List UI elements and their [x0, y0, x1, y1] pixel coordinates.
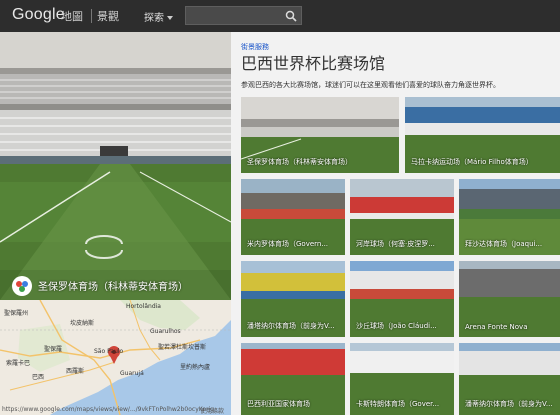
map-label-hortolandia: Hortolândia [126, 303, 161, 310]
stadium-card-label: 潘蒂纳尔体育场（前身为V... [465, 400, 553, 408]
stadium-card[interactable]: 马拉卡纳运动场（Mário Filho体育场） [405, 97, 560, 173]
street-view-pegman-icon [12, 276, 32, 296]
map-label-guarulhos: Guarulhos [150, 328, 181, 335]
search-icon[interactable] [285, 10, 297, 22]
map-terms-link[interactable]: 使用條款 [200, 406, 224, 415]
stadium-card-label: 圣保罗体育场（科林蒂安体育场） [247, 158, 352, 166]
stadium-card[interactable]: 河岸球场（何塞·皮涅罗... [350, 179, 454, 255]
stadium-card-label: 拜沙达体育场（Joaqui... [465, 240, 543, 248]
explore-menu-label: 探索 [144, 13, 164, 24]
map-label-sorocaba: 索羅卡巴 [6, 360, 31, 367]
panorama-image [0, 32, 231, 300]
stadium-card-label: Arena Fonte Nova [465, 323, 528, 331]
map-label-sao-jose-dos-campos: 聖若澤杜斯坎普斯 [158, 344, 207, 351]
map-label-sao-paulo-city: 聖保羅 [44, 346, 63, 353]
map-label-guaruja: Guarujá [120, 370, 144, 377]
stadium-card[interactable]: 潘塔纳尔体育场（前身为V... [241, 261, 345, 337]
panorama-caption-bar: 圣保罗体育场（科林蒂安体育场） [0, 270, 231, 300]
logo-maps-label: 地圖 [61, 10, 83, 23]
stadium-card[interactable]: 拜沙达体育场（Joaqui... [459, 179, 560, 255]
stadium-card[interactable]: Arena Fonte Nova [459, 261, 560, 337]
google-logo[interactable]: Google [12, 6, 65, 24]
stadium-card[interactable]: 米内罗体育场（Govern... [241, 179, 345, 255]
stadium-card-label: 米内罗体育场（Govern... [247, 240, 329, 248]
map-label-brazil: 巴西 [32, 374, 45, 381]
chevron-down-icon [167, 16, 173, 20]
stadium-card-label: 潘塔纳尔体育场（前身为V... [247, 322, 335, 330]
map-label-siros: 西羅斯 [66, 368, 85, 375]
stadium-card-label: 马拉卡纳运动场（Mário Filho体育场） [411, 158, 533, 166]
map-url[interactable]: https://www.google.com/maps/views/view/.… [2, 406, 214, 413]
logo-views-label: 景觀 [97, 10, 119, 23]
stadium-card-label: 巴西利亚国家体育场 [247, 400, 310, 408]
stadium-card-label: 河岸球场（何塞·皮涅罗... [356, 240, 435, 248]
stadium-card[interactable]: 沙丘球场（João Cláudi... [350, 261, 454, 337]
map-label-sao-paulo-state: 聖保羅州 [4, 310, 29, 317]
map-image [0, 300, 231, 415]
street-view-panorama[interactable]: 圣保罗体育场（科林蒂安体育场） [0, 32, 231, 300]
stadium-card[interactable]: 潘蒂纳尔体育场（前身为V... [459, 343, 560, 415]
map-label-rio-de-janeiro: 里約熱內盧 [180, 364, 211, 371]
search-input[interactable] [185, 6, 302, 25]
stadium-card[interactable]: 巴西利亚国家体育场 [241, 343, 345, 415]
location-map[interactable]: Hortolândia 聖保羅州 坎皮納斯 Guarulhos 聖若澤杜斯坎普斯… [0, 300, 231, 415]
explore-menu[interactable]: 探索 [144, 9, 173, 24]
map-label-campinas: 坎皮納斯 [70, 320, 95, 327]
stadium-card-label: 沙丘球场（João Cláudi... [356, 322, 437, 330]
logo-divider [91, 9, 92, 23]
page-description: 参观巴西的各大比赛场馆，球迷们可以在这里观看他们喜爱的球队奋力角逐世界杯。 [241, 81, 500, 89]
stadium-card[interactable]: 圣保罗体育场（科林蒂安体育场） [241, 97, 399, 173]
top-bar: Google 地圖 景觀 探索 [0, 0, 560, 32]
map-label-sao-paulo: São Paulo [94, 348, 124, 355]
page-title: 巴西世界杯比赛场馆 [241, 54, 386, 73]
stadium-card[interactable]: 卡斯特朗体育场（Gover... [350, 343, 454, 415]
gallery-panel: 街景服務 巴西世界杯比赛场馆 参观巴西的各大比赛场馆，球迷们可以在这里观看他们喜… [231, 32, 560, 415]
panorama-title: 圣保罗体育场（科林蒂安体育场） [38, 282, 188, 293]
stadium-card-label: 卡斯特朗体育场（Gover... [356, 400, 440, 408]
